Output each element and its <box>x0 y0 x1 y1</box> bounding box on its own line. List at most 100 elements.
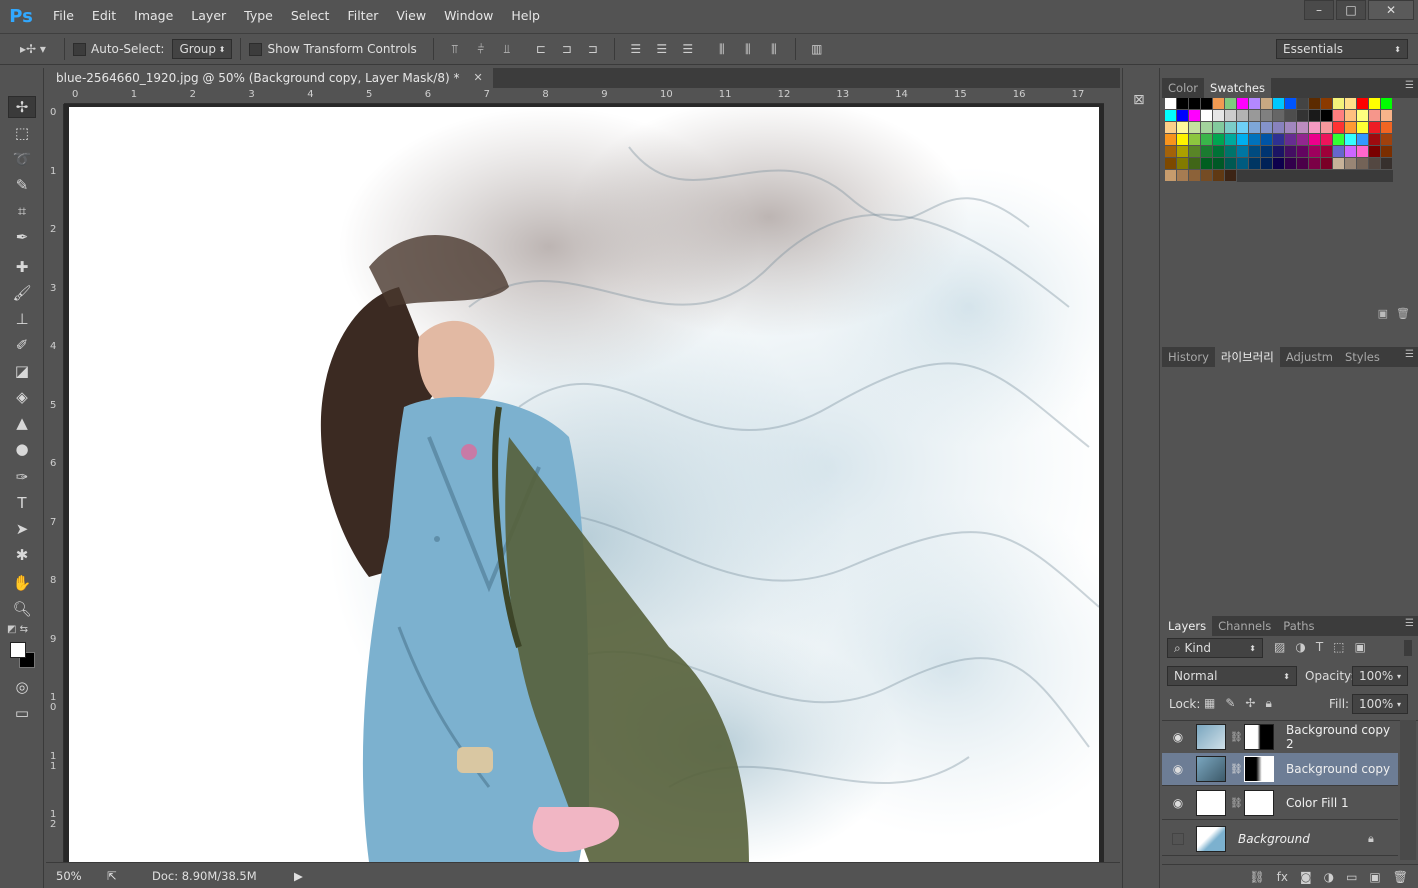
swatch[interactable] <box>1237 146 1249 158</box>
swatch[interactable] <box>1369 122 1381 134</box>
swatch[interactable] <box>1357 122 1369 134</box>
layer-row-selected[interactable]: ◉ ⛓ Background copy <box>1162 753 1398 786</box>
tab-channels[interactable]: Channels <box>1212 616 1277 636</box>
new-group-icon[interactable]: ▭ <box>1346 870 1357 884</box>
move-tool-icon[interactable]: ✢ <box>8 96 36 118</box>
tab-history[interactable]: History <box>1162 347 1215 367</box>
swatch[interactable] <box>1213 158 1225 170</box>
shape-tool-icon[interactable]: ✱ <box>8 544 36 566</box>
swatch[interactable] <box>1249 158 1261 170</box>
swatch[interactable] <box>1237 134 1249 146</box>
swatch[interactable] <box>1357 110 1369 122</box>
tab-paths[interactable]: Paths <box>1277 616 1320 636</box>
link-icon[interactable]: ⛓ <box>1230 798 1243 809</box>
minimize-button[interactable]: – <box>1304 0 1334 20</box>
delete-swatch-icon[interactable]: 🗑︎ <box>1396 307 1410 320</box>
menu-window[interactable]: Window <box>435 0 502 32</box>
swatch[interactable] <box>1177 110 1189 122</box>
swatch[interactable] <box>1189 98 1201 110</box>
export-icon[interactable]: ⇱ <box>92 869 132 883</box>
swatch[interactable] <box>1249 98 1261 110</box>
swatch[interactable] <box>1189 158 1201 170</box>
maximize-button[interactable]: □ <box>1336 0 1366 20</box>
swatch[interactable] <box>1369 98 1381 110</box>
link-icon[interactable]: ⛓ <box>1230 764 1243 775</box>
swatch[interactable] <box>1261 134 1273 146</box>
swatch[interactable] <box>1213 122 1225 134</box>
swatch[interactable] <box>1225 98 1237 110</box>
fx-icon[interactable]: fx <box>1277 870 1288 884</box>
swatch[interactable] <box>1381 158 1393 170</box>
swatch[interactable] <box>1321 134 1333 146</box>
menu-edit[interactable]: Edit <box>83 0 125 32</box>
swatch[interactable] <box>1225 110 1237 122</box>
menu-type[interactable]: Type <box>235 0 282 32</box>
swatch[interactable] <box>1345 110 1357 122</box>
swatch[interactable] <box>1165 98 1177 110</box>
swatch[interactable] <box>1369 110 1381 122</box>
panel-menu-icon[interactable]: ☰ <box>1405 349 1414 360</box>
distribute-bottom-icon[interactable]: ☰ <box>680 41 696 57</box>
smart-object-filter-icon[interactable]: ▣ <box>1355 640 1366 654</box>
type-tool-icon[interactable]: T <box>8 492 36 514</box>
screen-mode-icon[interactable]: ▭ <box>8 702 36 724</box>
swatch[interactable] <box>1225 158 1237 170</box>
layer-mask-thumbnail[interactable] <box>1244 724 1274 750</box>
layers-scrollbar[interactable] <box>1400 720 1416 860</box>
eraser-tool-icon[interactable]: ◪ <box>8 360 36 382</box>
swatch[interactable] <box>1165 134 1177 146</box>
lock-transparency-icon[interactable]: ▦ <box>1204 696 1215 711</box>
swatch[interactable] <box>1381 122 1393 134</box>
show-transform-checkbox[interactable] <box>249 42 263 56</box>
pen-tool-icon[interactable]: ✑ <box>8 466 36 488</box>
distribute-left-icon[interactable]: ⫼ <box>714 41 730 57</box>
distribute-vcenter-icon[interactable]: ☰ <box>654 41 670 57</box>
swatch[interactable] <box>1261 122 1273 134</box>
swatch[interactable] <box>1273 134 1285 146</box>
swatch[interactable] <box>1213 98 1225 110</box>
lock-position-icon[interactable]: ✢ <box>1245 696 1255 711</box>
swatch[interactable] <box>1345 134 1357 146</box>
filter-toggle[interactable] <box>1404 640 1412 656</box>
layer-name[interactable]: Background <box>1238 832 1310 846</box>
default-colors-icon[interactable]: ◩ ⇆ <box>7 624 28 635</box>
align-right-icon[interactable]: ⊐ <box>585 41 601 57</box>
swatch[interactable] <box>1345 98 1357 110</box>
swatch[interactable] <box>1297 146 1309 158</box>
marquee-tool-icon[interactable]: ⬚ <box>8 122 36 144</box>
swatch[interactable] <box>1249 122 1261 134</box>
auto-select-dropdown[interactable]: Group ⬍ <box>172 39 233 59</box>
visibility-toggle-off[interactable] <box>1172 833 1184 845</box>
swatch[interactable] <box>1273 122 1285 134</box>
swatch[interactable] <box>1333 110 1345 122</box>
link-layers-icon[interactable]: ⛓ <box>1249 870 1264 884</box>
layer-row[interactable]: ◉ ⛓ Background copy 2 <box>1162 721 1398 754</box>
swatch[interactable] <box>1177 98 1189 110</box>
swatch[interactable] <box>1225 170 1237 182</box>
swatch[interactable] <box>1297 110 1309 122</box>
distribute-right-icon[interactable]: ⫼ <box>766 41 782 57</box>
new-swatch-icon[interactable]: ▣ <box>1378 307 1388 320</box>
swatch[interactable] <box>1261 98 1273 110</box>
zoom-tool-icon[interactable]: 🔍︎ <box>8 598 36 620</box>
close-button[interactable]: ✕ <box>1368 0 1414 20</box>
swatch[interactable] <box>1309 122 1321 134</box>
quick-select-tool-icon[interactable]: ✎ <box>8 174 36 196</box>
lock-all-icon[interactable]: 🔒︎ <box>1265 696 1271 711</box>
adjustment-filter-icon[interactable]: ◑ <box>1295 640 1305 654</box>
swatch[interactable] <box>1225 122 1237 134</box>
swatch[interactable] <box>1321 158 1333 170</box>
distribute-top-icon[interactable]: ☰ <box>628 41 644 57</box>
eye-icon[interactable]: ◉ <box>1170 729 1186 745</box>
swatch[interactable] <box>1201 158 1213 170</box>
clone-stamp-tool-icon[interactable]: ⊥ <box>8 308 36 330</box>
swatch[interactable] <box>1261 146 1273 158</box>
eye-icon[interactable]: ◉ <box>1170 761 1186 777</box>
swatch[interactable] <box>1189 110 1201 122</box>
swatch[interactable] <box>1273 146 1285 158</box>
menu-view[interactable]: View <box>387 0 435 32</box>
swatch[interactable] <box>1285 98 1297 110</box>
swatch[interactable] <box>1165 110 1177 122</box>
swatch[interactable] <box>1213 146 1225 158</box>
eyedropper-tool-icon[interactable]: ✒ <box>8 226 36 248</box>
